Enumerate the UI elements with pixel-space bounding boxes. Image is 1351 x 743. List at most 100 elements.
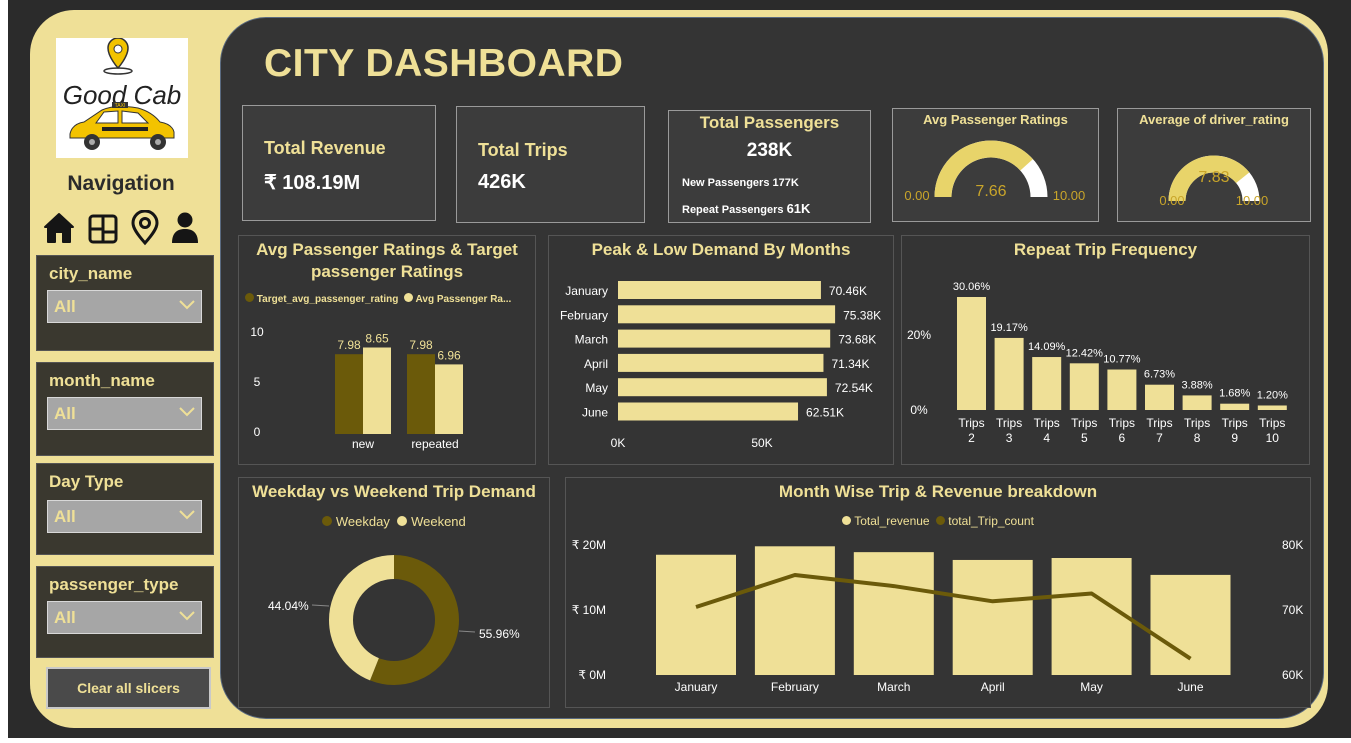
x-tick-label: Trips <box>996 416 1022 430</box>
gauge-min: 0.00 <box>904 188 929 203</box>
months-bar-chart: January 70.46K February 75.38K March 73.68K Ap… <box>560 281 881 450</box>
dashboard-grid-icon[interactable] <box>86 210 120 246</box>
data-label: 44.04% <box>268 599 309 613</box>
x-tick-label: February <box>771 680 819 694</box>
data-label: 62.51K <box>806 406 844 420</box>
repeat-passengers-row: Repeat Passengers 61K <box>682 201 810 216</box>
new-passengers-value: 177K <box>772 177 799 189</box>
city-name-dropdown[interactable]: All <box>47 290 202 323</box>
gauge-max: 10.00 <box>1236 193 1269 208</box>
bar <box>656 554 736 675</box>
repeat-passengers-value: 61K <box>786 201 811 216</box>
data-label: 6.73% <box>1144 369 1175 381</box>
data-label: 3.88% <box>1181 379 1212 391</box>
daytype-chart-panel: Weekday vs Weekend Trip Demand Weekday W… <box>238 477 550 708</box>
repeat-trip-chart-panel: Repeat Trip Frequency 20% 0% 30.06% Trips 2 1… <box>901 235 1310 465</box>
x-tick-label: Trips <box>1109 416 1135 430</box>
bar <box>754 546 835 675</box>
data-label: 8.65 <box>365 332 389 346</box>
x-tick-label: 7 <box>1156 431 1163 445</box>
y-tick-label: 10 <box>250 325 264 339</box>
bar <box>1150 574 1231 675</box>
x-tick-label: 4 <box>1043 431 1050 445</box>
y-tick-label: March <box>575 333 608 347</box>
data-label: 10.77% <box>1103 354 1141 366</box>
bar <box>1182 395 1212 410</box>
y-tick-label: January <box>565 284 608 298</box>
slicer-month-name: month_name All <box>36 362 214 456</box>
monthwise-combo-chart: ₹ 20M ₹ 10M ₹ 0M 80K 70K 60K January February Ma… <box>572 538 1304 694</box>
x-tick-label: 6 <box>1119 431 1126 445</box>
y-tick-label: 5 <box>254 375 261 389</box>
good-cab-logo: Good Cab TAXI <box>56 37 188 158</box>
page-title: CITY DASHBOARD <box>264 42 624 85</box>
leader-line <box>311 604 330 607</box>
x-tick-label: 50K <box>751 436 772 450</box>
user-icon[interactable] <box>168 210 202 246</box>
bar <box>1107 369 1137 410</box>
bar <box>952 559 1033 675</box>
months-chart-panel: Peak & Low Demand By Months January 70.46… <box>548 235 894 465</box>
y-tick-label: 20% <box>907 328 931 342</box>
kpi-total-passengers: Total Passengers 238K New Passengers 177… <box>668 110 871 223</box>
bar <box>1145 384 1174 410</box>
dropdown-value: All <box>54 608 76 627</box>
bar <box>407 354 435 434</box>
data-label: 7.98 <box>337 338 361 352</box>
kpi-total-trips: Total Trips 426K <box>456 106 645 223</box>
y-tick-label: 60K <box>1282 668 1303 682</box>
home-icon[interactable] <box>42 210 76 246</box>
data-label: 73.68K <box>838 333 876 347</box>
data-label: 6.96 <box>437 348 461 362</box>
y-tick-label: ₹ 20M <box>572 538 606 552</box>
gauge-chart: 7.66 0.00 10.00 <box>904 140 1085 203</box>
leader-line <box>458 630 476 633</box>
clear-all-slicers-button[interactable]: Clear all slicers <box>46 667 211 709</box>
data-label: 1.68% <box>1219 388 1250 400</box>
bar <box>853 552 934 675</box>
y-tick-label: 0% <box>910 403 928 417</box>
monthwise-chart-panel: Month Wise Trip & Revenue breakdown Tota… <box>565 477 1311 708</box>
x-tick-label: Trips <box>1222 416 1248 430</box>
bar <box>618 402 799 421</box>
month-name-dropdown[interactable]: All <box>47 397 202 430</box>
data-label: 30.06% <box>953 281 991 293</box>
repeat-passengers-label: Repeat Passengers <box>682 204 784 216</box>
x-tick-label: Trips <box>1184 416 1210 430</box>
bar <box>1257 405 1287 410</box>
bar <box>618 305 836 324</box>
kpi-value: ₹ 108.19M <box>264 172 361 194</box>
data-label: 14.09% <box>1028 341 1066 353</box>
bar <box>618 353 824 372</box>
taxi-sign-label: TAXI <box>115 103 126 109</box>
passenger-type-dropdown[interactable]: All <box>47 601 202 634</box>
x-tick-label: May <box>1080 680 1103 694</box>
bar <box>618 378 827 397</box>
new-passengers-row: New Passengers 177K <box>682 177 799 189</box>
data-label: 7.98 <box>409 338 433 352</box>
dropdown-value: All <box>54 404 76 423</box>
repeat-trip-bar-chart: 20%0%30.06%Trips219.17%Trips314.09%Trips… <box>907 281 1288 445</box>
data-label: 75.38K <box>843 308 881 322</box>
slicer-city-name: city_name All <box>36 255 214 351</box>
kpi-value: 426K <box>478 171 526 193</box>
ratings-bar-chart: 10 5 0 7.98 8.65 new 7.98 6.96 repeated <box>250 325 463 451</box>
x-tick-label: January <box>675 680 718 694</box>
data-label: 71.34K <box>831 357 869 371</box>
logo-graphic: Good Cab TAXI <box>63 37 181 150</box>
bar <box>618 329 831 348</box>
dropdown-value: All <box>54 297 76 316</box>
data-label: 1.20% <box>1257 389 1288 401</box>
y-tick-label: 80K <box>1282 538 1303 552</box>
bar <box>435 364 463 434</box>
y-tick-label: April <box>584 357 608 371</box>
new-passengers-label: New Passengers <box>682 177 770 189</box>
gauge-value: 7.83 <box>1198 169 1229 186</box>
kpi-label: Total Passengers <box>699 113 840 132</box>
y-tick-label: 70K <box>1282 603 1303 617</box>
day-type-dropdown[interactable]: All <box>47 500 202 533</box>
x-tick-label: June <box>1177 680 1203 694</box>
chevron-down-icon <box>179 611 195 621</box>
bar <box>1069 363 1099 410</box>
location-pin-icon[interactable] <box>128 209 162 246</box>
